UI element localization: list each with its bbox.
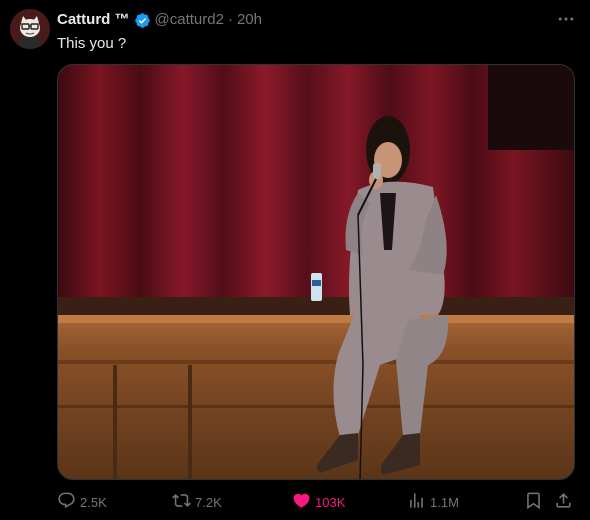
tweet-actions: 2.5K 7.2K 103K 1.1M	[57, 490, 577, 514]
verified-badge-icon[interactable]	[134, 12, 151, 29]
reply-button[interactable]: 2.5K	[57, 490, 107, 514]
retweet-icon	[172, 491, 191, 513]
share-icon	[554, 491, 573, 513]
more-dots-icon[interactable]	[554, 9, 578, 29]
retweet-button[interactable]: 7.2K	[172, 490, 222, 514]
tweet: Catturd ™ @catturd2 · 20h This you ? 2.5…	[0, 0, 590, 520]
tweet-video[interactable]	[57, 64, 575, 480]
reply-count: 2.5K	[80, 494, 107, 510]
header-separator: ·	[227, 11, 233, 28]
share-button[interactable]	[554, 490, 573, 514]
views-icon	[407, 491, 426, 513]
heart-icon	[292, 491, 311, 513]
avatar[interactable]	[10, 9, 50, 49]
tweet-header: Catturd ™ @catturd2 · 20h	[57, 10, 262, 30]
views-count: 1.1M	[430, 494, 459, 510]
video-frame	[58, 65, 574, 479]
bookmark-icon	[524, 491, 543, 513]
author-display-name[interactable]: Catturd ™	[57, 10, 130, 30]
author-handle[interactable]: @catturd2	[155, 10, 224, 30]
tweet-text: This you ?	[57, 35, 127, 52]
like-count: 103K	[315, 494, 346, 510]
like-button[interactable]: 103K	[292, 490, 345, 514]
tweet-timestamp[interactable]: 20h	[237, 10, 262, 30]
views-button[interactable]: 1.1M	[407, 490, 459, 514]
retweet-count: 7.2K	[195, 494, 222, 510]
avatar-image	[10, 9, 50, 49]
bookmark-button[interactable]	[524, 490, 543, 514]
reply-icon	[57, 491, 76, 513]
